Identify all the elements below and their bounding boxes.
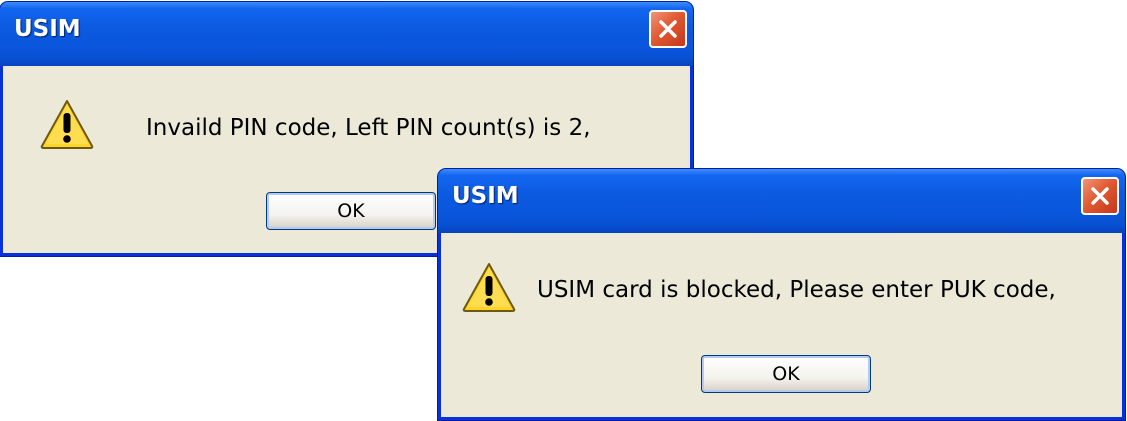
ok-button[interactable]: OK [266,192,436,230]
close-button[interactable] [1081,177,1119,215]
usim-blocked-dialog: USIM USIM card is blocked, Please enter … [438,169,1125,420]
dialog-message: USIM card is blocked, Please enter PUK c… [537,277,1056,303]
close-icon [659,20,677,38]
dialog-title: USIM [14,16,81,42]
close-button[interactable] [649,10,687,48]
title-bar[interactable]: USIM [438,169,1125,233]
ok-button[interactable]: OK [701,355,871,393]
close-icon [1091,187,1109,205]
warning-icon [462,263,516,312]
dialog-body: USIM card is blocked, Please enter PUK c… [441,233,1122,417]
dialog-title: USIM [452,183,519,209]
warning-icon [40,100,94,149]
dialog-message: Invaild PIN code, Left PIN count(s) is 2… [146,115,591,141]
title-bar[interactable]: USIM [0,2,693,66]
